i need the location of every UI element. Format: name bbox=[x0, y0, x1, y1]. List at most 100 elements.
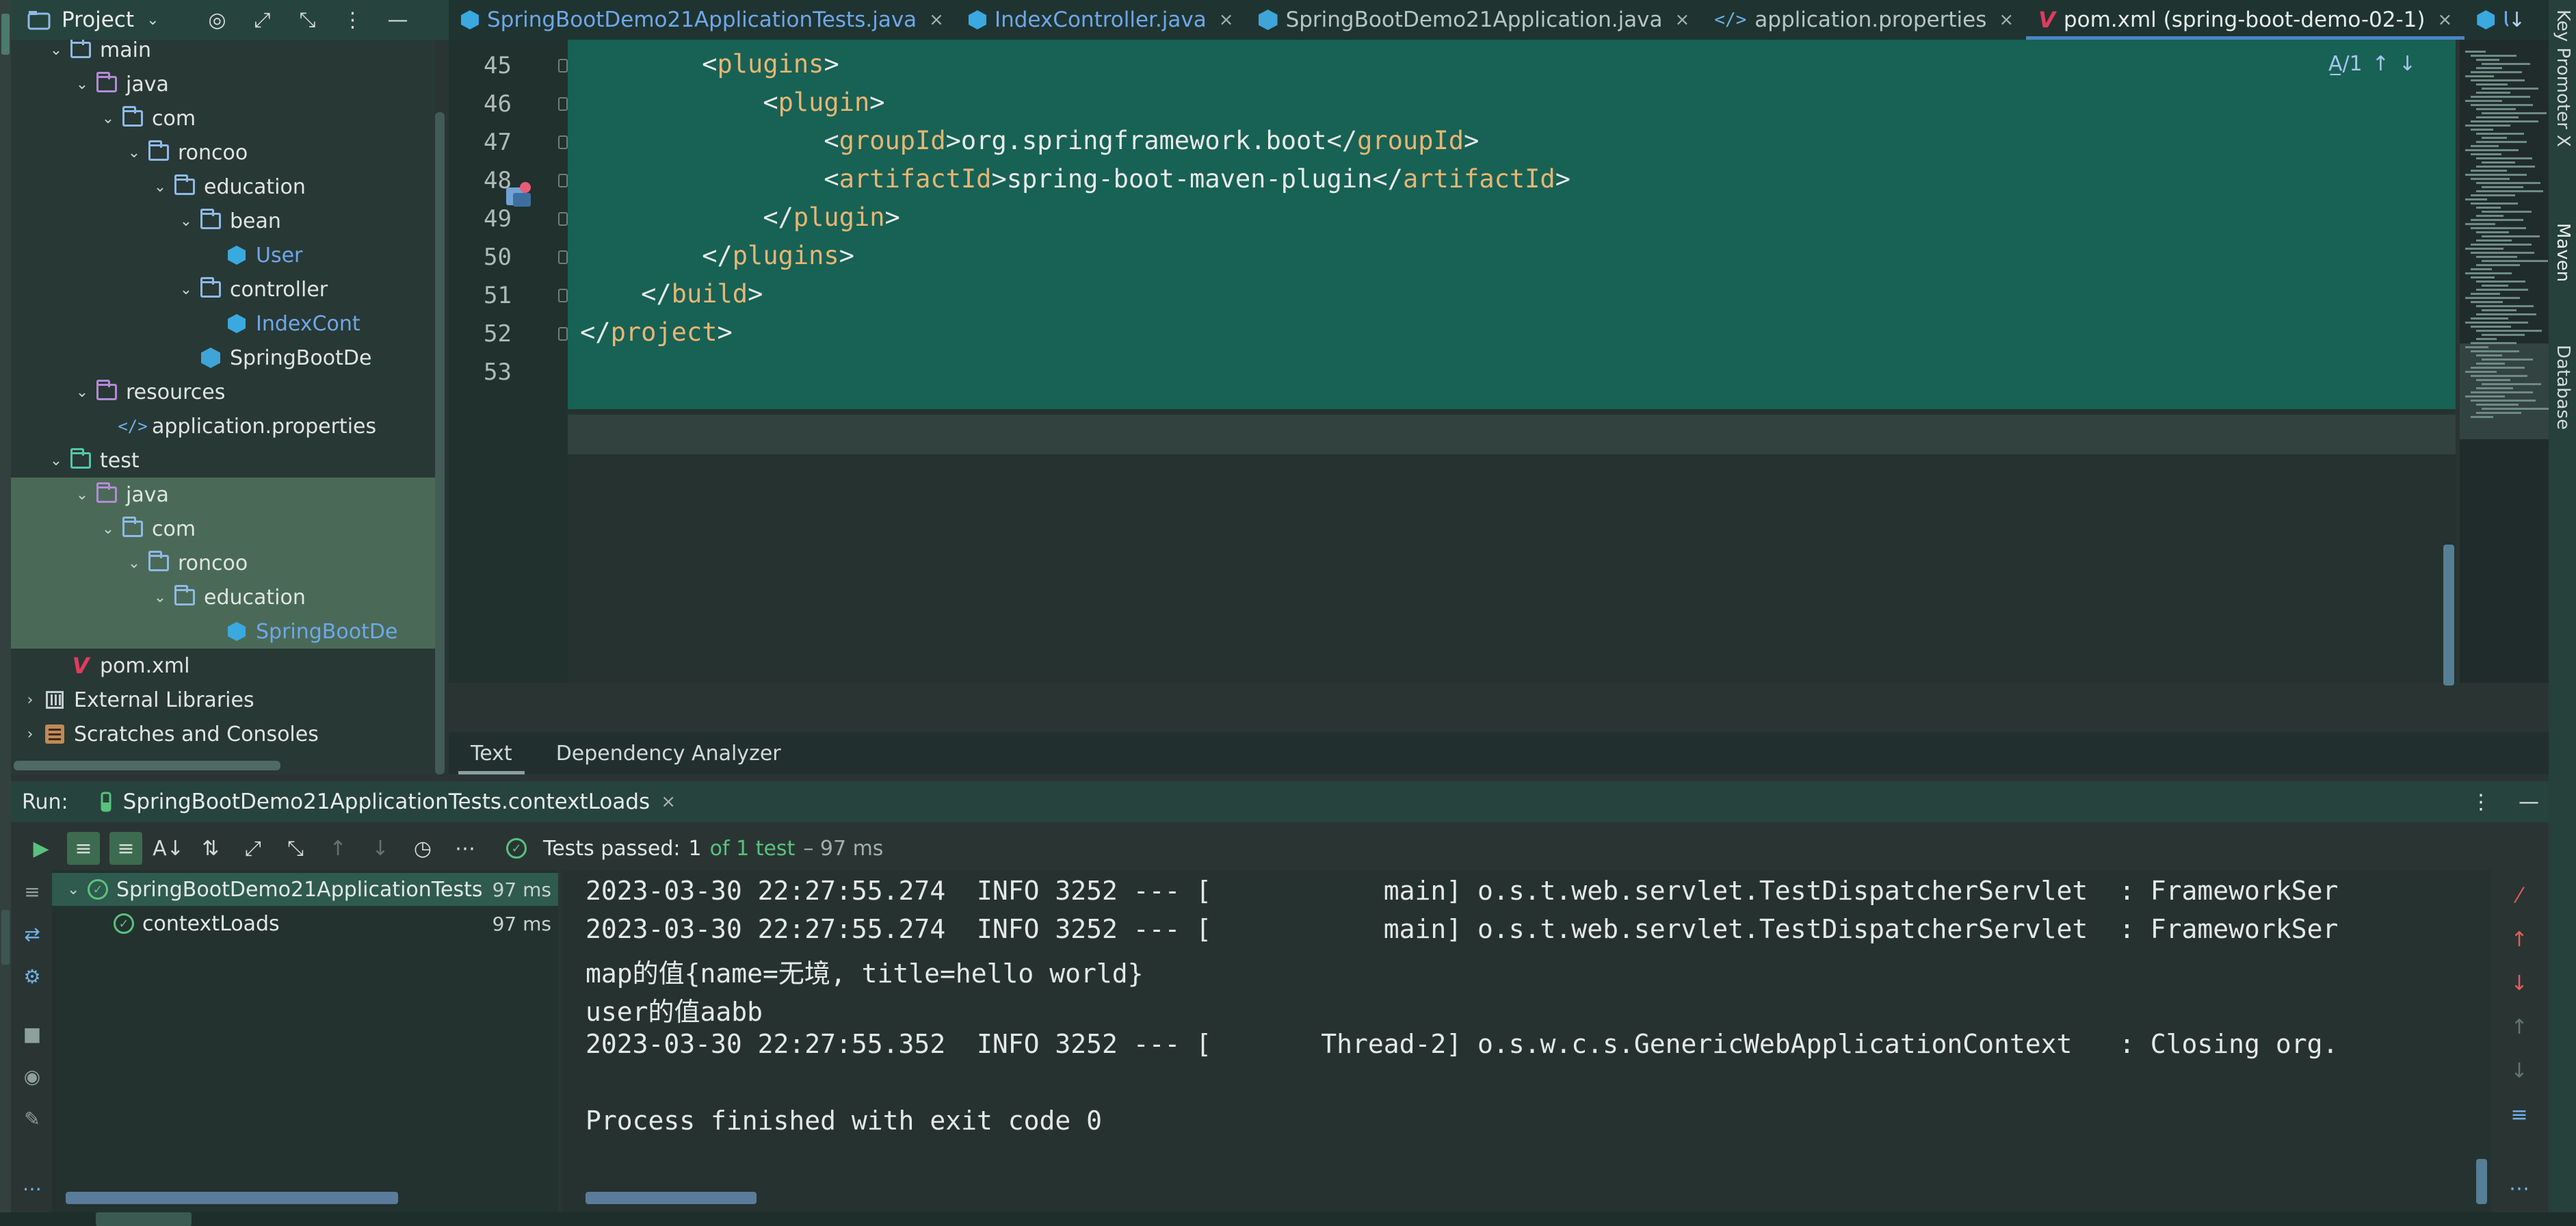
project-panel-title[interactable]: Project bbox=[62, 8, 134, 32]
inspection-widget[interactable]: A̲/1 ↑ ↓ bbox=[2328, 47, 2446, 81]
collapse-all-icon[interactable]: ⤡ bbox=[292, 4, 324, 36]
scroll-up-icon[interactable]: ↑ bbox=[2508, 928, 2531, 952]
soft-wrap-icon[interactable]: ≡ bbox=[2508, 1103, 2531, 1127]
chevron-icon[interactable]: ⌄ bbox=[149, 179, 171, 196]
maven-tool-button[interactable]: Maven bbox=[2553, 223, 2573, 282]
next-occurrence-icon[interactable]: ↓ bbox=[2508, 1059, 2531, 1083]
project-tree-item[interactable]: Vpom.xml bbox=[11, 649, 435, 683]
options-menu-icon[interactable]: ⋮ bbox=[337, 4, 369, 36]
project-tree-item[interactable]: IndexCont bbox=[11, 306, 435, 341]
fold-marker-icon[interactable] bbox=[558, 135, 568, 149]
project-tree-item[interactable]: ⌄ roncoo bbox=[11, 135, 435, 170]
code-minimap[interactable] bbox=[2460, 40, 2549, 683]
project-tree-item[interactable]: ⌄ resources bbox=[11, 375, 435, 409]
project-tree-item[interactable]: ⌄ controller bbox=[11, 272, 435, 306]
more-icon[interactable]: ⋯ bbox=[2508, 1177, 2531, 1201]
test-tree-horizontal-scrollbar[interactable] bbox=[66, 1192, 398, 1204]
more-options-icon[interactable]: ⋯ bbox=[449, 832, 482, 865]
run-console[interactable]: 2023-03-30 22:27:55.274 INFO 3252 --- [ … bbox=[562, 870, 2491, 1212]
project-tree-item[interactable]: › Scratches and Consoles bbox=[11, 717, 435, 751]
inspection-count[interactable]: A̲/1 bbox=[2328, 52, 2363, 76]
chevron-icon[interactable]: › bbox=[19, 726, 41, 743]
run-options-icon[interactable]: ⋮ bbox=[2471, 790, 2491, 814]
project-tree-item[interactable]: ⌄ roncoo bbox=[11, 546, 435, 580]
close-icon[interactable]: × bbox=[2438, 10, 2453, 30]
chevron-icon[interactable]: ⌄ bbox=[97, 521, 119, 538]
test-tree-item[interactable]: ⌄ ✓ SpringBootDemo21ApplicationTests 97 ms bbox=[52, 873, 558, 906]
tab-list-down-icon[interactable]: ↓ bbox=[2508, 8, 2525, 32]
clear-filter-icon[interactable]: ≡ bbox=[21, 880, 44, 903]
rerun-icon[interactable]: ▶ bbox=[25, 832, 57, 865]
project-tree-item[interactable]: ⌄ com bbox=[11, 101, 435, 135]
expand-all-icon[interactable]: ⤢ bbox=[247, 4, 278, 36]
chevron-icon[interactable]: ⌄ bbox=[71, 76, 93, 93]
chevron-icon[interactable]: ⌄ bbox=[71, 384, 93, 401]
tab-text[interactable]: Text bbox=[449, 732, 534, 774]
chevron-icon[interactable]: › bbox=[19, 692, 41, 709]
chevron-icon[interactable]: ⌄ bbox=[149, 589, 171, 606]
select-opened-file-icon[interactable]: ◎ bbox=[202, 4, 233, 36]
project-tree-item[interactable]: › External Libraries bbox=[11, 683, 435, 717]
previous-highlight-icon[interactable]: ↑ bbox=[2372, 52, 2389, 76]
maven-run-gutter-icon[interactable] bbox=[503, 181, 535, 212]
project-tree-item[interactable]: ⌄ bean bbox=[11, 204, 435, 238]
expand-all-icon[interactable]: ⤢ bbox=[237, 832, 270, 865]
fold-marker-icon[interactable] bbox=[558, 212, 568, 226]
chevron-icon[interactable]: ⌄ bbox=[45, 42, 67, 59]
editor-tab[interactable]: Vpom.xml (spring-boot-demo-02-1) × bbox=[2026, 0, 2465, 40]
status-bar-active-tool[interactable] bbox=[96, 1212, 192, 1226]
show-ignored-icon[interactable]: ≡ bbox=[109, 832, 142, 865]
close-icon[interactable]: × bbox=[929, 10, 944, 30]
key-promoter-tool-button[interactable]: Key Promoter X bbox=[2553, 10, 2573, 147]
editor-vertical-scrollbar[interactable] bbox=[2443, 545, 2454, 686]
close-icon[interactable]: × bbox=[1219, 10, 1234, 30]
console-vertical-scrollbar[interactable] bbox=[2476, 1159, 2487, 1204]
editor-tab[interactable]: IndexController.java × bbox=[956, 0, 1246, 40]
chevron-icon[interactable]: ⌄ bbox=[175, 281, 197, 298]
fold-marker-icon[interactable] bbox=[558, 289, 568, 302]
show-passed-icon[interactable]: ≡ bbox=[67, 832, 100, 865]
project-tree-item[interactable]: User bbox=[11, 238, 435, 272]
hide-run-panel-icon[interactable]: — bbox=[2519, 790, 2539, 814]
project-tree-item[interactable]: ⌄ java bbox=[11, 478, 435, 512]
clear-console-icon[interactable]: ⁄ bbox=[2508, 884, 2531, 908]
chevron-down-icon[interactable]: ⌄ bbox=[146, 12, 159, 29]
more-icon[interactable]: ⋯ bbox=[21, 1177, 44, 1200]
fold-marker-icon[interactable] bbox=[558, 250, 568, 264]
project-tree-item[interactable]: ⌄ education bbox=[11, 170, 435, 204]
sort-alphabetically-icon[interactable]: A↓ bbox=[152, 832, 185, 865]
project-tree-horizontal-scrollbar[interactable] bbox=[14, 761, 280, 770]
project-tree-vertical-scrollbar[interactable] bbox=[435, 112, 445, 774]
editor-tab[interactable]: </> application.properties × bbox=[1702, 0, 2026, 40]
previous-failed-icon[interactable]: ↑ bbox=[321, 832, 354, 865]
chevron-icon[interactable]: ⌄ bbox=[175, 213, 197, 230]
hide-panel-icon[interactable]: — bbox=[382, 4, 414, 36]
chevron-down-icon[interactable]: ⌄ bbox=[67, 881, 88, 898]
settings-gear-icon[interactable]: ⚙ bbox=[21, 965, 44, 988]
close-icon[interactable]: × bbox=[661, 792, 676, 812]
editor-gutter[interactable]: 45 46 47 48 49 50 51 52 53 bbox=[449, 40, 568, 683]
database-tool-button[interactable]: Database bbox=[2553, 345, 2573, 430]
close-icon[interactable]: × bbox=[1675, 10, 1690, 30]
toggle-auto-test-icon[interactable]: ⇄ bbox=[21, 922, 44, 945]
project-tree-item[interactable]: SpringBootDe bbox=[11, 341, 435, 375]
chevron-icon[interactable]: ⌄ bbox=[71, 486, 93, 504]
editor-tab[interactable]: SpringBootDemo21ApplicationTests.java × bbox=[449, 0, 956, 40]
chevron-icon[interactable]: ⌄ bbox=[123, 555, 145, 572]
scroll-down-icon[interactable]: ↓ bbox=[2508, 971, 2531, 995]
collapse-all-icon[interactable]: ⤡ bbox=[279, 832, 312, 865]
test-history-icon[interactable]: ◷ bbox=[406, 832, 439, 865]
tab-dependency-analyzer[interactable]: Dependency Analyzer bbox=[534, 732, 803, 774]
previous-occurrence-icon[interactable]: ↑ bbox=[2508, 1015, 2531, 1039]
camera-icon[interactable]: ◉ bbox=[21, 1065, 44, 1088]
project-tree-item[interactable]: SpringBootDe bbox=[11, 614, 435, 649]
console-horizontal-scrollbar[interactable] bbox=[586, 1192, 757, 1204]
pin-icon[interactable]: ✎ bbox=[21, 1107, 44, 1130]
test-tree-item[interactable]: ✓ contextLoads 97 ms bbox=[52, 907, 558, 940]
chevron-icon[interactable]: ⌄ bbox=[45, 452, 67, 469]
project-tree-item[interactable]: ⌄ com bbox=[11, 512, 435, 546]
next-highlight-icon[interactable]: ↓ bbox=[2399, 52, 2416, 76]
project-tool-button[interactable] bbox=[1, 14, 10, 55]
sort-by-duration-icon[interactable]: ⇅ bbox=[194, 832, 227, 865]
chevron-icon[interactable]: ⌄ bbox=[97, 110, 119, 127]
